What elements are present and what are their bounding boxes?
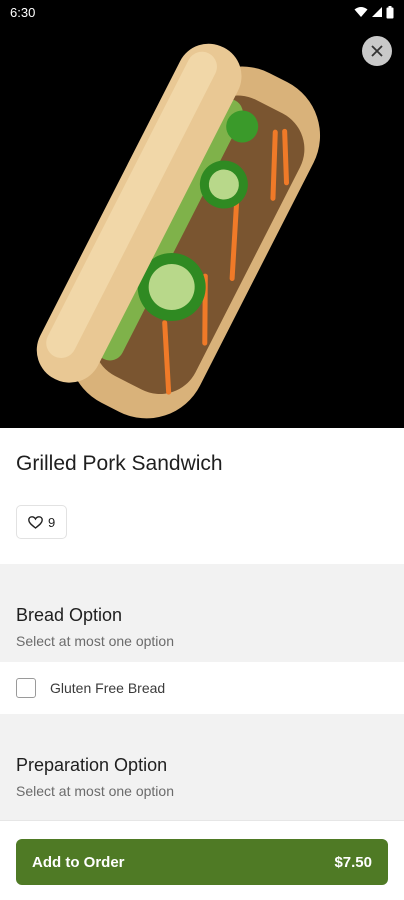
wifi-icon	[354, 7, 368, 17]
signal-icon	[372, 7, 382, 17]
close-button[interactable]	[362, 36, 392, 66]
section-preparation-option: Preparation Option Select at most one op…	[0, 714, 404, 820]
add-to-order-label: Add to Order	[32, 853, 125, 871]
section-subtitle: Select at most one option	[16, 633, 174, 649]
section-subtitle: Select at most one option	[16, 783, 174, 799]
section-title: Bread Option	[16, 605, 123, 625]
item-image	[0, 24, 404, 428]
battery-icon	[386, 5, 394, 18]
close-icon	[371, 45, 383, 57]
sandwich-image	[36, 43, 321, 419]
like-count: 9	[48, 514, 56, 530]
like-button[interactable]: 9	[16, 505, 68, 539]
status-icons	[354, 5, 394, 19]
section-title: Preparation Option	[16, 755, 168, 775]
option-label: Gluten Free Bread	[50, 680, 166, 696]
option-checkbox[interactable]	[16, 678, 36, 698]
section-bread-option: Bread Option Select at most one option	[0, 564, 404, 662]
add-to-order-button[interactable]: Add to Order $7.50	[16, 839, 388, 885]
heart-icon	[28, 515, 43, 529]
status-time: 6:30	[10, 4, 36, 20]
item-title: Grilled Pork Sandwich	[16, 452, 223, 475]
order-price: $7.50	[334, 853, 372, 871]
bottom-bar: Add to Order $7.50	[0, 820, 404, 900]
status-bar: 6:30	[0, 0, 404, 24]
option-gluten-free-bread[interactable]: Gluten Free Bread	[0, 662, 404, 714]
